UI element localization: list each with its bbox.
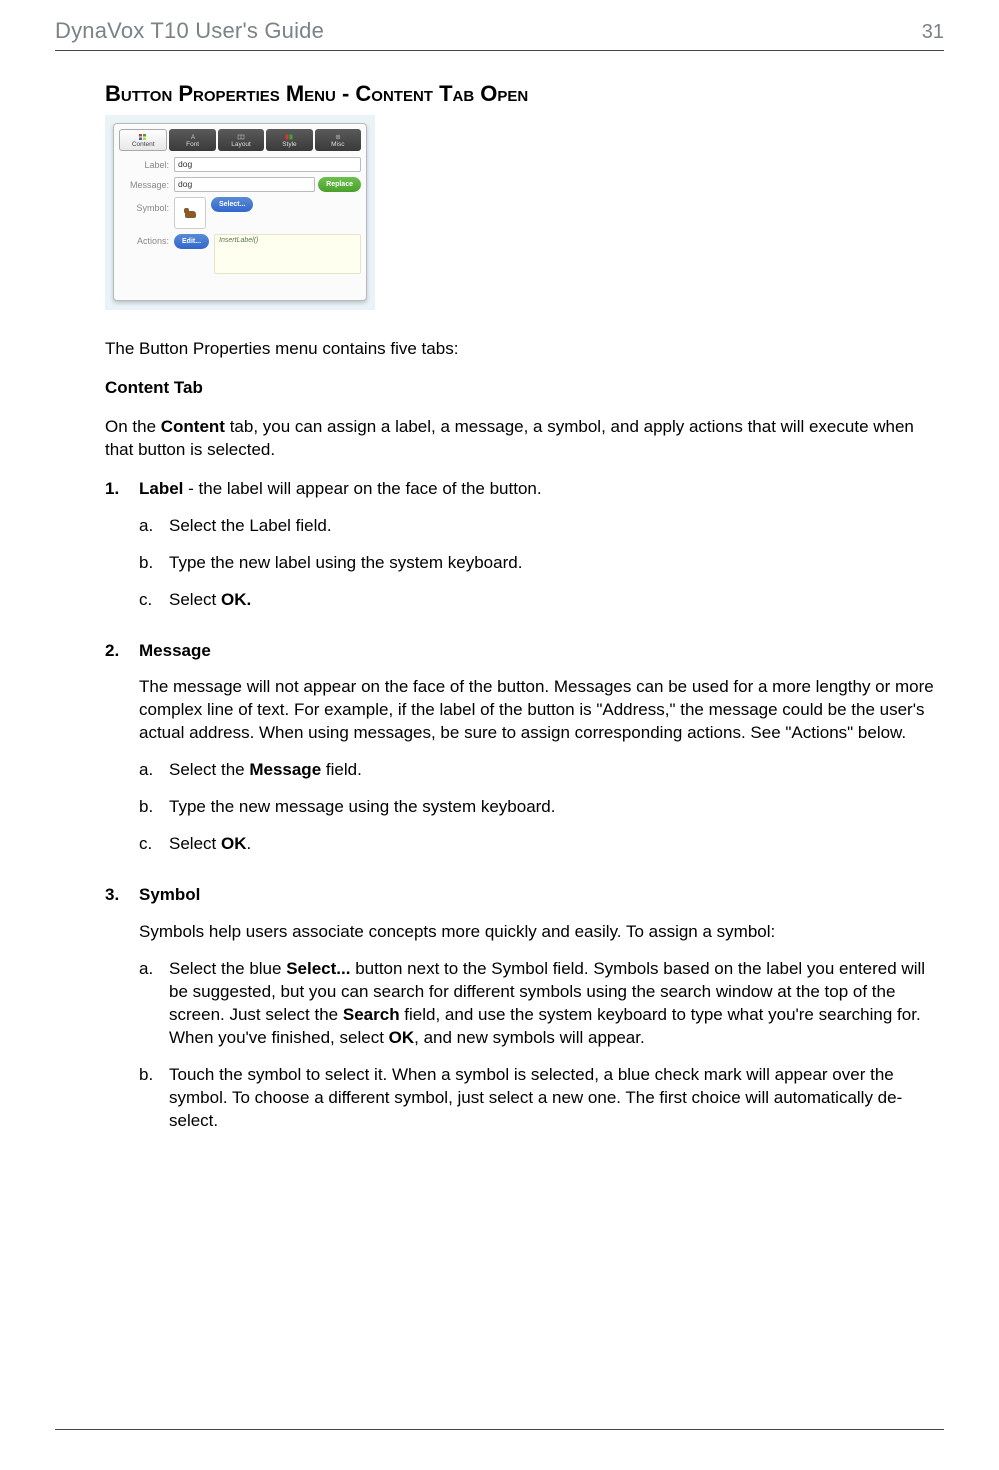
- edit-actions-button[interactable]: Edit...: [174, 234, 209, 249]
- header-divider: [55, 50, 944, 51]
- step-1c: c. Select OK.: [139, 589, 944, 612]
- step-2-marker: 2.: [105, 640, 139, 871]
- step-2b: b. Type the new message using the system…: [139, 796, 944, 819]
- tab-layout-label: Layout: [231, 141, 251, 148]
- step-1a: a. Select the Label field.: [139, 515, 944, 538]
- select-symbol-button[interactable]: Select...: [211, 197, 253, 212]
- step-3b: b. Touch the symbol to select it. When a…: [139, 1064, 944, 1133]
- message-input[interactable]: dog: [174, 177, 315, 192]
- tab-style-label: Style: [282, 141, 296, 148]
- tab-misc-label: Misc: [331, 141, 344, 148]
- content-tab-description: On the Content tab, you can assign a lab…: [105, 416, 944, 462]
- dog-icon: [183, 206, 197, 220]
- label-input[interactable]: dog: [174, 157, 361, 172]
- step-1-marker: 1.: [105, 478, 139, 626]
- svg-text:A: A: [191, 135, 195, 140]
- symbol-field-label: Symbol:: [119, 197, 174, 213]
- doc-title: DynaVox T10 User's Guide: [55, 18, 324, 44]
- tab-style[interactable]: Style: [266, 129, 312, 151]
- tab-layout[interactable]: Layout: [218, 129, 264, 151]
- actions-list: InsertLabel(): [214, 234, 361, 274]
- step-2-desc: The message will not appear on the face …: [139, 676, 944, 745]
- tab-font-label: Font: [186, 141, 199, 148]
- tab-content-label: Content: [132, 141, 155, 148]
- step-2: 2. Message The message will not appear o…: [105, 640, 944, 871]
- tab-misc[interactable]: Misc: [315, 129, 361, 151]
- step-1: 1. Label - the label will appear on the …: [105, 478, 944, 626]
- screenshot-mockup: Content A Font Layout Style: [105, 115, 375, 310]
- symbol-preview[interactable]: [174, 197, 206, 229]
- step-3a: a. Select the blue Select... button next…: [139, 958, 944, 1050]
- label-field-label: Label:: [119, 160, 174, 170]
- content-tab-title: Content Tab: [105, 377, 944, 400]
- step-3-marker: 3.: [105, 884, 139, 1146]
- message-field-label: Message:: [119, 180, 174, 190]
- page-header: DynaVox T10 User's Guide 31: [55, 18, 944, 44]
- replace-button[interactable]: Replace: [318, 177, 361, 192]
- step-3: 3. Symbol Symbols help users associate c…: [105, 884, 944, 1146]
- actions-field-label: Actions:: [119, 234, 174, 246]
- step-2c: c. Select OK.: [139, 833, 944, 856]
- tab-content[interactable]: Content: [119, 129, 167, 151]
- step-2a: a. Select the Message field.: [139, 759, 944, 782]
- step-3-desc: Symbols help users associate concepts mo…: [139, 921, 944, 944]
- page-number: 31: [922, 21, 944, 44]
- tab-font[interactable]: A Font: [169, 129, 215, 151]
- intro-text: The Button Properties menu contains five…: [105, 338, 944, 361]
- step-1b: b. Type the new label using the system k…: [139, 552, 944, 575]
- section-heading: Button Properties Menu - Content Tab Ope…: [105, 81, 944, 107]
- footer-divider: [55, 1429, 944, 1430]
